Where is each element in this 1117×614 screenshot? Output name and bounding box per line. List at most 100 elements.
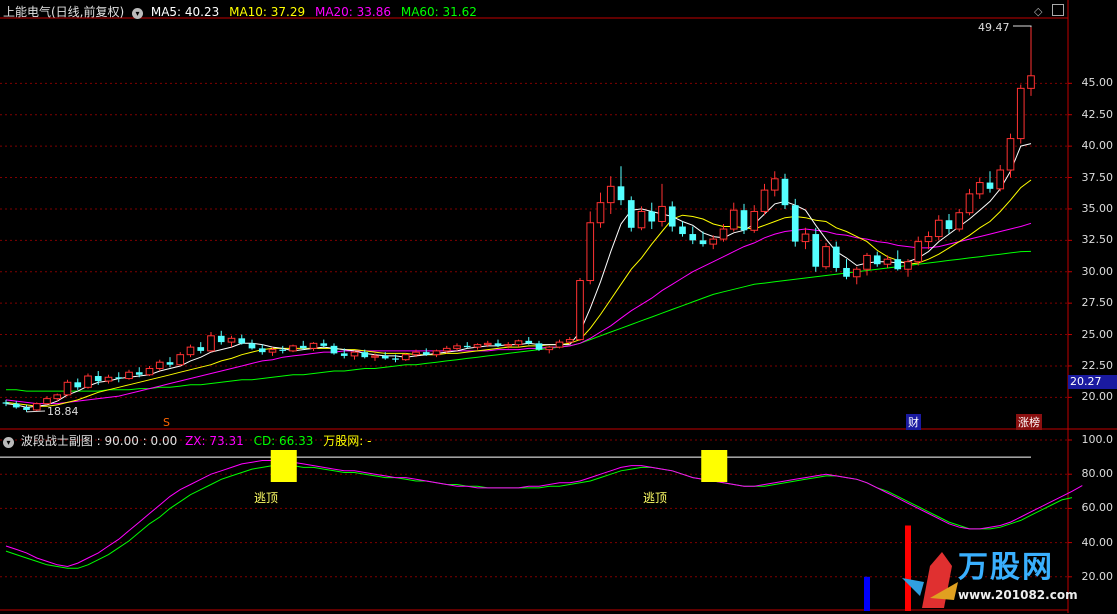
candle-body — [689, 234, 697, 241]
candle-body — [955, 212, 964, 230]
candle-body — [606, 185, 615, 204]
price-tick-label: 37.50 — [1081, 170, 1114, 184]
diamond-icon[interactable]: ◇ — [1034, 5, 1042, 18]
ma5-label: MA5: 40.23 — [150, 5, 220, 19]
candle-body — [2, 402, 10, 404]
low-price-label: 18.84 — [47, 405, 79, 418]
candle-body — [822, 246, 830, 268]
candle-body — [504, 344, 513, 347]
candle-body — [104, 376, 113, 382]
candle-body — [43, 398, 51, 405]
ma60-label: MA60: 31.62 — [400, 5, 477, 19]
candle-body — [699, 240, 707, 245]
candle-body — [832, 246, 840, 268]
candle-body — [422, 352, 430, 355]
candle-body — [371, 355, 379, 358]
candle-body — [1027, 75, 1035, 89]
candle-body — [914, 241, 923, 263]
cai-marker[interactable]: 财 — [906, 414, 921, 430]
stock-title: 上能电气(日线,前复权) — [3, 5, 125, 19]
candle-body — [309, 342, 318, 349]
logo-text: 万股网 — [958, 550, 1054, 585]
candle-body — [719, 228, 728, 240]
candle-body — [576, 280, 584, 341]
candle-body — [84, 375, 92, 388]
candle-body — [155, 361, 164, 369]
candle-body — [525, 340, 533, 344]
candle-body — [514, 340, 523, 346]
price-tick-label: 27.50 — [1081, 296, 1114, 310]
candle-body — [94, 376, 102, 382]
candle-body — [412, 351, 420, 356]
candle-body — [679, 226, 686, 235]
candle-body — [863, 254, 871, 270]
sub-tick-label: 60.00 — [1081, 501, 1114, 515]
sub-tick-label: 80.00 — [1081, 467, 1114, 481]
candle-body — [565, 339, 574, 343]
candle-body — [996, 169, 1005, 190]
candle-body — [637, 210, 646, 229]
price-tick-label: 45.00 — [1081, 76, 1114, 90]
sub-toggle-icon[interactable]: ▾ — [3, 437, 14, 448]
candle-body — [812, 234, 820, 267]
candle-body — [463, 345, 471, 348]
candle-body — [760, 189, 769, 212]
candle-body — [945, 220, 953, 230]
candle-body — [289, 345, 297, 352]
window-toggle-icon[interactable] — [1052, 4, 1064, 16]
candle-body — [791, 205, 799, 242]
wangu-logo: 万股网 www.201082.com — [900, 538, 1090, 610]
candle-body — [381, 355, 389, 359]
price-tick-label: 30.00 — [1081, 264, 1114, 278]
price-axis: 45.00 42.50 40.00 37.50 35.00 32.50 30.00 27.50… — [1068, 0, 1117, 430]
escape-box — [270, 450, 297, 482]
ma-toggle-icon[interactable]: ▾ — [132, 8, 144, 19]
candle-body — [627, 200, 635, 228]
price-tick-label: 32.50 — [1081, 233, 1114, 247]
wan-label: 万股网: - — [323, 434, 372, 448]
price-tick-label: 42.50 — [1081, 107, 1114, 121]
escape-top-label-2: 逃顶 — [643, 491, 668, 505]
candle-body — [934, 219, 943, 238]
candle-body — [258, 348, 266, 353]
candle-body — [483, 342, 492, 346]
ma10-label: MA10: 37.29 — [229, 5, 306, 19]
candle-body — [197, 347, 205, 351]
candle-body — [125, 371, 133, 380]
escape-top-label-1: 逃顶 — [254, 491, 279, 505]
candle-body — [74, 382, 82, 388]
candle-body — [166, 362, 174, 365]
chart-canvas[interactable] — [0, 0, 1117, 613]
escape-box — [701, 450, 728, 482]
candle-body — [894, 259, 902, 270]
ma20-label: MA20: 33.86 — [314, 5, 392, 19]
candle-body — [145, 367, 154, 376]
candle-body — [770, 178, 779, 191]
candle-body — [207, 335, 215, 352]
candle-body — [32, 403, 41, 411]
candle-body — [924, 236, 933, 243]
zhangbang-marker[interactable]: 涨榜 — [1016, 414, 1042, 430]
candle-body — [350, 351, 359, 357]
candle-body — [750, 210, 759, 231]
candle-body — [248, 343, 256, 349]
price-tick-label: 35.00 — [1081, 201, 1114, 215]
candle-body — [709, 238, 718, 245]
candle-body — [801, 233, 810, 243]
s-marker[interactable]: S — [163, 416, 170, 429]
candle-body — [729, 209, 738, 230]
candle-body — [53, 394, 62, 400]
candle-body — [268, 349, 277, 353]
candle-body — [23, 407, 30, 410]
background — [0, 0, 1117, 613]
main-header: 上能电气(日线,前复权) ▾ MA5: 40.23 MA10: 37.29 MA… — [3, 3, 477, 20]
candle-body — [115, 377, 123, 379]
candle-body — [883, 258, 892, 265]
high-price-label: 49.47 — [978, 21, 1010, 34]
candle-body — [12, 403, 20, 408]
candle-body — [330, 345, 338, 354]
candle-body — [658, 205, 666, 222]
sub-tick-label: 100.0 — [1081, 433, 1114, 446]
current-price-tag: 20.27 — [1068, 375, 1117, 389]
candle-body — [975, 182, 984, 195]
